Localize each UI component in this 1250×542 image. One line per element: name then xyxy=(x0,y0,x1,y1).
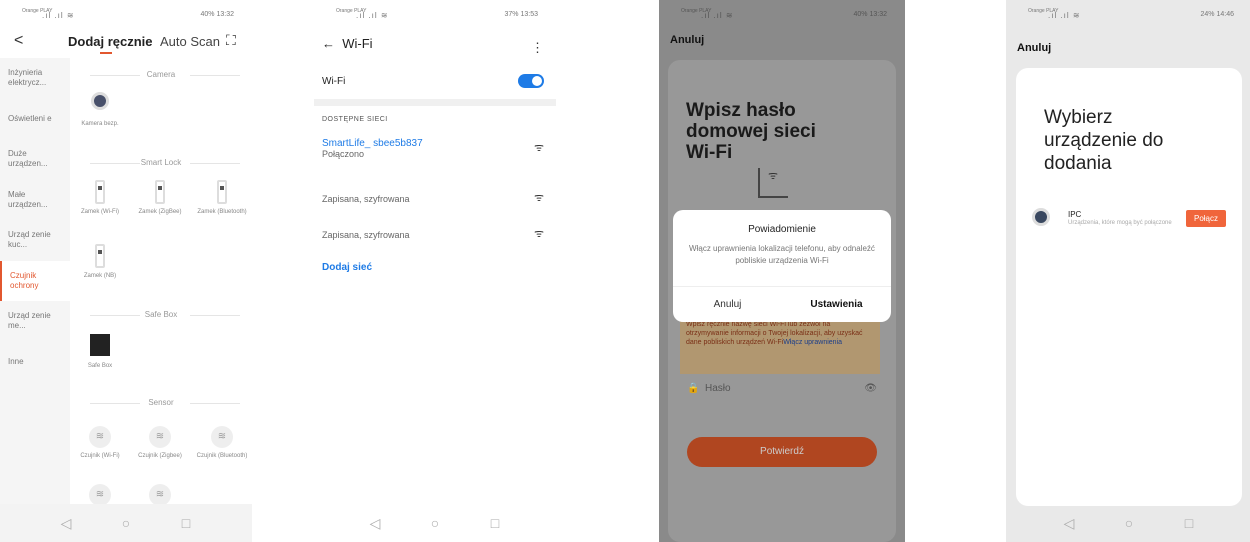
sidebar-item[interactable]: Inżynieria elektrycz... xyxy=(0,58,70,99)
password-field[interactable]: 🔒 Hasło 👁 xyxy=(687,383,877,394)
home-icon[interactable]: ○ xyxy=(118,515,134,531)
phone-select-device: Orange PLAY .ıl .ıl ≋ 24% 14:46 Anuluj Wyb… xyxy=(1006,0,1250,542)
page-title: Wpisz hasło domowej sieci Wi-Fi xyxy=(686,100,816,163)
sidebar-item[interactable]: Małe urządzen... xyxy=(0,180,70,221)
device-description: Urządzenia, które mogą być połączone xyxy=(1068,220,1172,226)
sidebar-item[interactable]: Oświetleni e xyxy=(0,99,70,140)
wifi-icon: ᯤ xyxy=(533,142,544,154)
sidebar-item[interactable]: Urząd zenie kuc... xyxy=(0,220,70,261)
add-network-link[interactable]: Dodaj sieć xyxy=(322,262,372,273)
dialog-title: Powiadomienie xyxy=(748,224,816,235)
phone-wifi-password: Orange PLAY .ıl .ıl ≋ 40% 13:32 Anuluj Wpi… xyxy=(659,0,905,542)
sidebar-item[interactable]: Urząd zenie me... xyxy=(0,301,70,342)
dialog-message: Włącz uprawnienia lokalizacji telefonu, … xyxy=(689,244,875,265)
device-camera[interactable]: Kamera bezp. xyxy=(72,92,128,128)
device-item: IPC Urządzenia, które mogą być połączone… xyxy=(1032,208,1226,238)
category-sidebar: Inżynieria elektrycz... Oświetleni e Duż… xyxy=(0,58,70,508)
sidebar-item[interactable]: Inne xyxy=(0,342,70,383)
back-arrow-icon[interactable]: ← xyxy=(322,36,335,51)
section-safe-box: Safe Box xyxy=(70,310,252,319)
wifi-toggle[interactable] xyxy=(518,74,544,88)
sidebar-item[interactable]: Duże urządzen... xyxy=(0,139,70,180)
sensor-icon: ≋ xyxy=(89,426,111,448)
nav-bar: ◁ ○ □ xyxy=(1006,504,1250,542)
device-sensor[interactable]: ≋ Czujnik (Zigbee) xyxy=(132,426,188,460)
lock-icon xyxy=(155,180,165,204)
sensor-icon: ≋ xyxy=(149,484,171,506)
tab-add-manually[interactable]: Dodaj ręcznie xyxy=(68,34,153,54)
recent-icon[interactable]: □ xyxy=(487,515,503,531)
safe-icon xyxy=(90,334,110,356)
status-bar: Orange PLAY .ıl .ıl ≋ 37% 13:53 xyxy=(336,8,538,20)
dialog-settings-button[interactable]: Ustawienia xyxy=(782,287,891,322)
device-sensor[interactable]: ≋ Czujnik (Wi-Fi) xyxy=(72,426,128,460)
top-bar: < Dodaj ręcznie Auto Scan ⛶ xyxy=(0,28,252,58)
nav-bar: ◁ ○ □ xyxy=(314,504,556,542)
dialog-cancel-button[interactable]: Anuluj xyxy=(673,287,782,322)
scan-icon[interactable]: ⛶ xyxy=(226,32,236,49)
device-sensor[interactable]: ≋ Czujnik (Bluetooth) xyxy=(194,426,250,460)
status-bar: Orange PLAY .ıl .ıl ≋ 40% 13:32 xyxy=(22,8,234,20)
page-title: Wybierz urządzenie do dodania xyxy=(1044,107,1164,174)
device-lock[interactable]: Zamek (NB) xyxy=(72,244,128,280)
wifi-icon: ᯤ xyxy=(533,192,544,204)
wifi-toggle-row: Wi-Fi xyxy=(322,74,544,88)
status-bar: Orange PLAY .ıl .ıl ≋ 40% 13:32 xyxy=(681,8,887,20)
lock-icon: 🔒 xyxy=(687,383,700,394)
lock-icon xyxy=(95,244,105,268)
sensor-icon: ≋ xyxy=(211,426,233,448)
device-lock[interactable]: Zamek (ZigBee) xyxy=(132,180,188,216)
home-icon[interactable]: ○ xyxy=(1121,515,1137,531)
lock-icon xyxy=(95,180,105,204)
recent-icon[interactable]: □ xyxy=(178,515,194,531)
section-smart-lock: Smart Lock xyxy=(70,158,252,167)
enable-permission-link[interactable]: Włącz uprawnienia xyxy=(783,339,842,346)
device-list: Camera Kamera bezp. Smart Lock Zamek (Wi… xyxy=(70,58,252,508)
cancel-button[interactable]: Anuluj xyxy=(670,34,704,46)
connect-button[interactable]: Połącz xyxy=(1185,210,1226,227)
back-nav-icon[interactable]: ◁ xyxy=(367,515,383,532)
location-warning: Wpisz ręcznie nazwę sieci Wi-Fi lub zezw… xyxy=(680,316,880,374)
sensor-icon: ≋ xyxy=(149,426,171,448)
lock-icon xyxy=(217,180,227,204)
phone-add-manually: Orange PLAY .ıl .ıl ≋ 40% 13:32 < Dodaj rę… xyxy=(0,0,252,542)
wifi-icon: ᯤ xyxy=(533,228,544,240)
network-item[interactable]: SmartLife_ sbee5b837 Połączono ᯤ xyxy=(322,138,544,159)
card: Wybierz urządzenie do dodania IPC Urządzen… xyxy=(1016,68,1242,506)
section-camera: Camera xyxy=(70,70,252,79)
network-item[interactable]: Zapisana, szyfrowana ᯤ xyxy=(322,188,544,204)
device-safe-box[interactable]: Safe Box xyxy=(72,334,128,370)
device-lock[interactable]: Zamek (Wi-Fi) xyxy=(72,180,128,216)
sidebar-item-active[interactable]: Czujnik ochrony xyxy=(0,260,70,301)
camera-icon xyxy=(1032,208,1050,226)
home-icon[interactable]: ○ xyxy=(427,515,443,531)
camera-icon xyxy=(91,92,109,110)
device-lock[interactable]: Zamek (Bluetooth) xyxy=(194,180,250,216)
permission-dialog: Powiadomienie Włącz uprawnienia lokaliza… xyxy=(673,210,891,322)
nav-bar: ◁ ○ □ xyxy=(0,504,252,542)
back-icon[interactable]: < xyxy=(14,32,23,50)
phone-wifi-settings: Orange PLAY .ıl .ıl ≋ 37% 13:53 ← Wi-Fi ⋮ … xyxy=(314,0,556,542)
device-name: IPC xyxy=(1068,210,1082,219)
tab-auto-scan[interactable]: Auto Scan xyxy=(160,34,220,49)
recent-icon[interactable]: □ xyxy=(1181,515,1197,531)
more-icon[interactable]: ⋮ xyxy=(531,40,544,56)
section-header: DOSTĘPNE SIECI xyxy=(322,116,388,123)
back-nav-icon[interactable]: ◁ xyxy=(58,515,74,532)
cancel-button[interactable]: Anuluj xyxy=(1017,42,1051,54)
router-icon: ᯤ xyxy=(758,168,788,198)
back-nav-icon[interactable]: ◁ xyxy=(1061,515,1077,532)
sensor-icon: ≋ xyxy=(89,484,111,506)
section-sensor: Sensor xyxy=(70,398,252,407)
network-item[interactable]: Zapisana, szyfrowana ᯤ xyxy=(322,224,544,240)
status-bar: Orange PLAY .ıl .ıl ≋ 24% 14:46 xyxy=(1028,8,1234,20)
eye-icon[interactable]: 👁 xyxy=(864,383,877,394)
page-title: ← Wi-Fi xyxy=(322,36,373,51)
confirm-button[interactable]: Potwierdź xyxy=(687,437,877,467)
